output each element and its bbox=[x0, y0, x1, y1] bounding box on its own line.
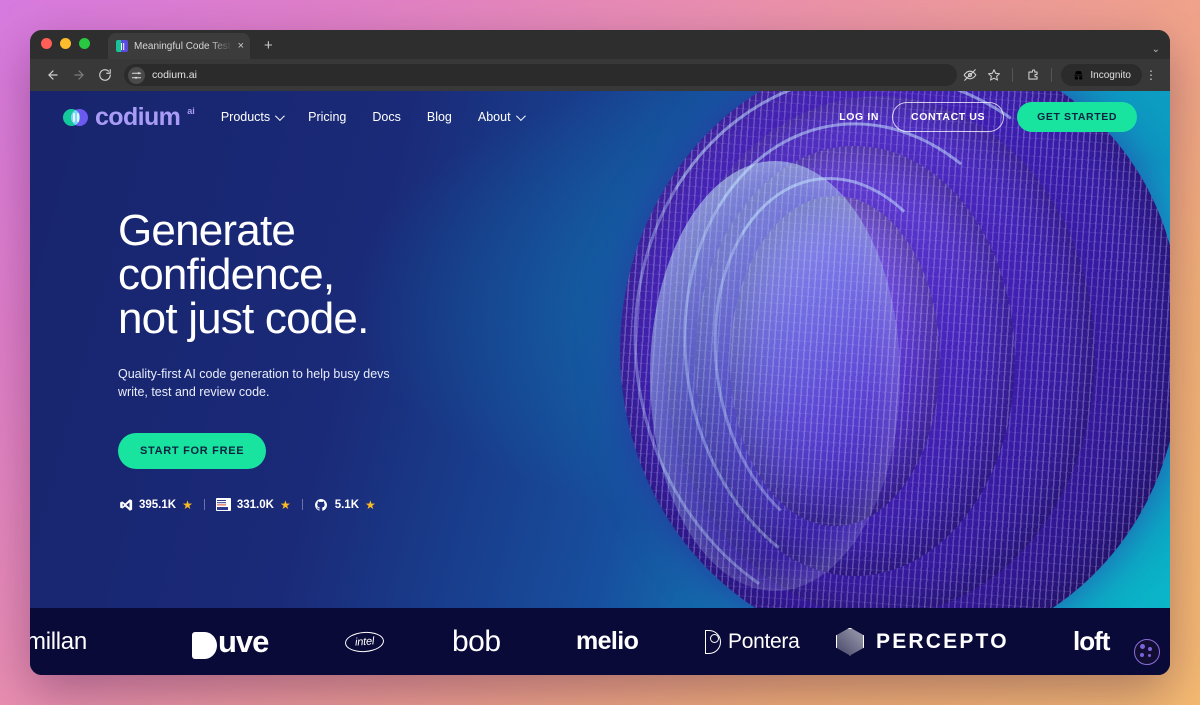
intel-text: intel bbox=[344, 630, 385, 653]
stat-vscode[interactable]: 395.1K ★ bbox=[118, 497, 193, 512]
codium-favicon bbox=[116, 40, 128, 52]
browser-tab[interactable]: Meaningful Code Tests for Bu × bbox=[108, 33, 250, 59]
browser-menu-button[interactable]: ⋮ bbox=[1142, 68, 1160, 82]
codium-logo-icon bbox=[63, 108, 88, 126]
incognito-label: Incognito bbox=[1090, 69, 1131, 81]
toolbar-divider bbox=[1012, 68, 1014, 82]
star-icon: ★ bbox=[365, 497, 376, 512]
headline-line-3: not just code. bbox=[118, 294, 369, 343]
hero-subtitle: Quality-first AI code generation to help… bbox=[118, 367, 390, 400]
close-window-button[interactable] bbox=[41, 38, 52, 49]
client-logo-bar: millan uve intel bob melio Pontera PERCE… bbox=[30, 608, 1170, 675]
nav-item-docs[interactable]: Docs bbox=[372, 110, 400, 124]
extensions-icon[interactable] bbox=[1022, 64, 1044, 86]
logo-macmillan[interactable]: millan bbox=[30, 628, 87, 656]
vscode-icon bbox=[118, 497, 133, 512]
percepto-mark-icon bbox=[836, 627, 864, 656]
toolbar-divider-2 bbox=[1051, 68, 1053, 82]
site-settings-icon[interactable] bbox=[128, 66, 145, 84]
stat-divider bbox=[203, 499, 205, 511]
logo-intel[interactable]: intel bbox=[344, 630, 385, 653]
nav-label: Products bbox=[220, 110, 271, 124]
nav-item-blog[interactable]: Blog bbox=[427, 110, 452, 124]
headline-line-1: Generate bbox=[118, 206, 296, 255]
pontera-text: Pontera bbox=[728, 629, 800, 653]
url-text: codium.ai bbox=[152, 69, 197, 81]
maximize-window-button[interactable] bbox=[79, 38, 90, 49]
duve-mark-icon bbox=[192, 632, 217, 659]
stat-jetbrains[interactable]: 331.0K ★ bbox=[215, 497, 291, 512]
logo-loft[interactable]: loft bbox=[1073, 626, 1110, 657]
stat-divider-2 bbox=[301, 499, 303, 511]
chevron-down-icon bbox=[515, 110, 526, 121]
star-icon: ★ bbox=[279, 497, 291, 512]
pontera-mark-icon bbox=[705, 629, 721, 654]
logo-duve[interactable]: uve bbox=[192, 623, 269, 660]
page-viewport: codium ai Products Pricing Docs Blog Abo… bbox=[30, 91, 1170, 675]
incognito-badge[interactable]: Incognito bbox=[1061, 64, 1142, 86]
forward-button[interactable] bbox=[66, 62, 92, 88]
logo-pontera[interactable]: Pontera bbox=[705, 629, 800, 654]
tab-search-icon[interactable]: ⌄ bbox=[1152, 44, 1160, 55]
eye-off-icon[interactable] bbox=[959, 64, 981, 86]
duve-text: uve bbox=[218, 623, 269, 659]
address-bar[interactable]: codium.ai bbox=[124, 64, 958, 86]
bookmark-star-icon[interactable] bbox=[983, 64, 1005, 86]
headline-line-2: confidence, bbox=[118, 250, 335, 299]
log-in-link[interactable]: LOG IN bbox=[839, 111, 879, 123]
hero-artwork bbox=[530, 91, 1170, 608]
stat-github[interactable]: 5.1K ★ bbox=[314, 497, 376, 512]
contact-us-button[interactable]: CONTACT US bbox=[892, 102, 1005, 132]
back-button[interactable] bbox=[40, 62, 66, 88]
nav-label: About bbox=[477, 110, 511, 124]
stat-value: 331.0K bbox=[236, 498, 274, 511]
nav-links: Products Pricing Docs Blog About bbox=[220, 110, 526, 124]
tab-strip: Meaningful Code Tests for Bu × + ⌄ bbox=[30, 30, 1170, 59]
nav-item-products[interactable]: Products bbox=[220, 110, 286, 124]
github-icon bbox=[314, 497, 329, 512]
stat-value: 5.1K bbox=[334, 498, 360, 511]
tab-title: Meaningful Code Tests for Bu bbox=[134, 40, 232, 52]
star-icon: ★ bbox=[182, 497, 193, 512]
site-logo[interactable]: codium ai bbox=[63, 102, 195, 131]
logo-bob[interactable]: bob bbox=[452, 625, 501, 659]
start-for-free-button[interactable]: START FOR FREE bbox=[118, 433, 267, 470]
logo-text: codium bbox=[95, 102, 181, 131]
hero-headline: Generate confidence, not just code. bbox=[118, 209, 398, 341]
reload-button[interactable] bbox=[92, 62, 118, 88]
nav-item-about[interactable]: About bbox=[477, 110, 526, 124]
get-started-button[interactable]: GET STARTED bbox=[1017, 102, 1137, 132]
logo-percepto[interactable]: PERCEPTO bbox=[836, 627, 1009, 656]
minimize-window-button[interactable] bbox=[60, 38, 71, 49]
nav-item-pricing[interactable]: Pricing bbox=[308, 110, 346, 124]
browser-window: Meaningful Code Tests for Bu × + ⌄ codiu… bbox=[30, 30, 1170, 675]
close-icon[interactable]: × bbox=[238, 40, 244, 52]
stat-value: 395.1K bbox=[139, 498, 177, 511]
browser-toolbar: codium.ai Incognito ⋮ bbox=[30, 59, 1170, 91]
new-tab-button[interactable]: + bbox=[264, 37, 273, 59]
logo-melio[interactable]: melio bbox=[576, 627, 639, 656]
jetbrains-icon bbox=[215, 497, 231, 512]
percepto-text: PERCEPTO bbox=[876, 629, 1009, 653]
logo-superscript: ai bbox=[187, 105, 195, 116]
chevron-down-icon bbox=[275, 110, 286, 121]
nav-actions: LOG IN CONTACT US GET STARTED bbox=[839, 102, 1137, 132]
site-navbar: codium ai Products Pricing Docs Blog Abo… bbox=[30, 91, 1170, 143]
hero-content: Generate confidence, not just code. Qual… bbox=[118, 209, 398, 512]
hero-stats: 395.1K ★ 331.0K ★ 5.1K ★ bbox=[118, 497, 398, 512]
traffic-lights bbox=[41, 30, 90, 59]
cookie-settings-icon[interactable] bbox=[1134, 639, 1160, 665]
